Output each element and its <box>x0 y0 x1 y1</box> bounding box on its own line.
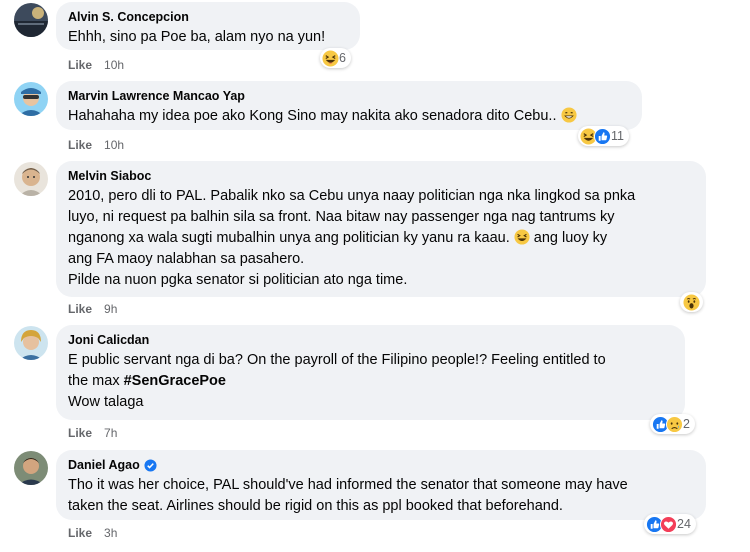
reaction-count: 2 <box>683 417 690 431</box>
hashtag-link[interactable]: #SenGracePoe <box>124 373 226 389</box>
sad-icon <box>666 415 683 433</box>
avatar[interactable] <box>14 451 48 485</box>
verified-badge-icon <box>144 458 157 472</box>
avatar[interactable] <box>14 82 48 116</box>
like-button[interactable]: Like <box>68 138 92 152</box>
comment-actions: Like 9h <box>68 302 117 316</box>
love-icon <box>660 515 677 533</box>
laughing-emoji-icon <box>514 229 530 245</box>
comment-text: Ehhh, sino pa Poe ba, alam nyo na yun! <box>68 29 326 45</box>
timestamp[interactable]: 10h <box>104 58 124 72</box>
timestamp[interactable]: 10h <box>104 138 124 152</box>
comment-bubble: Joni Calicdan E public servant nga di ba… <box>56 325 685 420</box>
comment-actions: Like 3h <box>68 526 117 540</box>
avatar[interactable] <box>14 162 48 196</box>
comment-bubble: Daniel Agao Tho it was her choice, PAL s… <box>56 450 706 520</box>
reaction-summary[interactable] <box>680 292 703 312</box>
avatar[interactable] <box>14 326 48 360</box>
like-icon <box>594 127 611 145</box>
haha-icon <box>322 49 339 67</box>
comment-text: E public servant nga di ba? On the payro… <box>68 352 606 410</box>
like-button[interactable]: Like <box>68 302 92 316</box>
comment-actions: Like 10h <box>68 138 124 152</box>
avatar[interactable] <box>14 3 48 37</box>
reaction-count: 11 <box>611 129 624 143</box>
author-name[interactable]: Joni Calicdan <box>68 332 673 348</box>
comment-actions: Like 7h <box>68 426 117 440</box>
author-name[interactable]: Marvin Lawrence Mancao Yap <box>68 88 630 104</box>
author-name[interactable]: Alvin S. Concepcion <box>68 9 348 25</box>
timestamp[interactable]: 7h <box>104 426 117 440</box>
author-name[interactable]: Melvin Siaboc <box>68 168 694 184</box>
author-name[interactable]: Daniel Agao <box>68 457 694 473</box>
like-button[interactable]: Like <box>68 526 92 540</box>
wow-icon <box>683 293 700 311</box>
timestamp[interactable]: 3h <box>104 526 117 540</box>
reaction-summary[interactable]: 2 <box>650 414 695 434</box>
like-button[interactable]: Like <box>68 58 92 72</box>
grin-emoji-icon <box>560 107 577 123</box>
comment-text: Hahahaha my idea poe ako Kong Sino may n… <box>68 106 630 127</box>
comment-text: Tho it was her choice, PAL should've had… <box>68 477 628 514</box>
reaction-summary[interactable]: 24 <box>644 514 696 534</box>
comment-bubble: Alvin S. Concepcion Ehhh, sino pa Poe ba… <box>56 2 360 50</box>
reaction-count: 24 <box>677 517 691 531</box>
like-button[interactable]: Like <box>68 426 92 440</box>
timestamp[interactable]: 9h <box>104 302 117 316</box>
reaction-count: 6 <box>339 51 346 65</box>
reaction-summary[interactable]: 11 <box>578 126 629 146</box>
reaction-summary[interactable]: 6 <box>320 48 351 68</box>
comment-bubble: Marvin Lawrence Mancao Yap Hahahaha my i… <box>56 81 642 130</box>
comment-bubble: Melvin Siaboc 2010, pero dli to PAL. Pab… <box>56 161 706 297</box>
comment-text: 2010, pero dli to PAL. Pabalik nko sa Ce… <box>68 188 636 288</box>
comment-actions: Like 10h <box>68 58 124 72</box>
